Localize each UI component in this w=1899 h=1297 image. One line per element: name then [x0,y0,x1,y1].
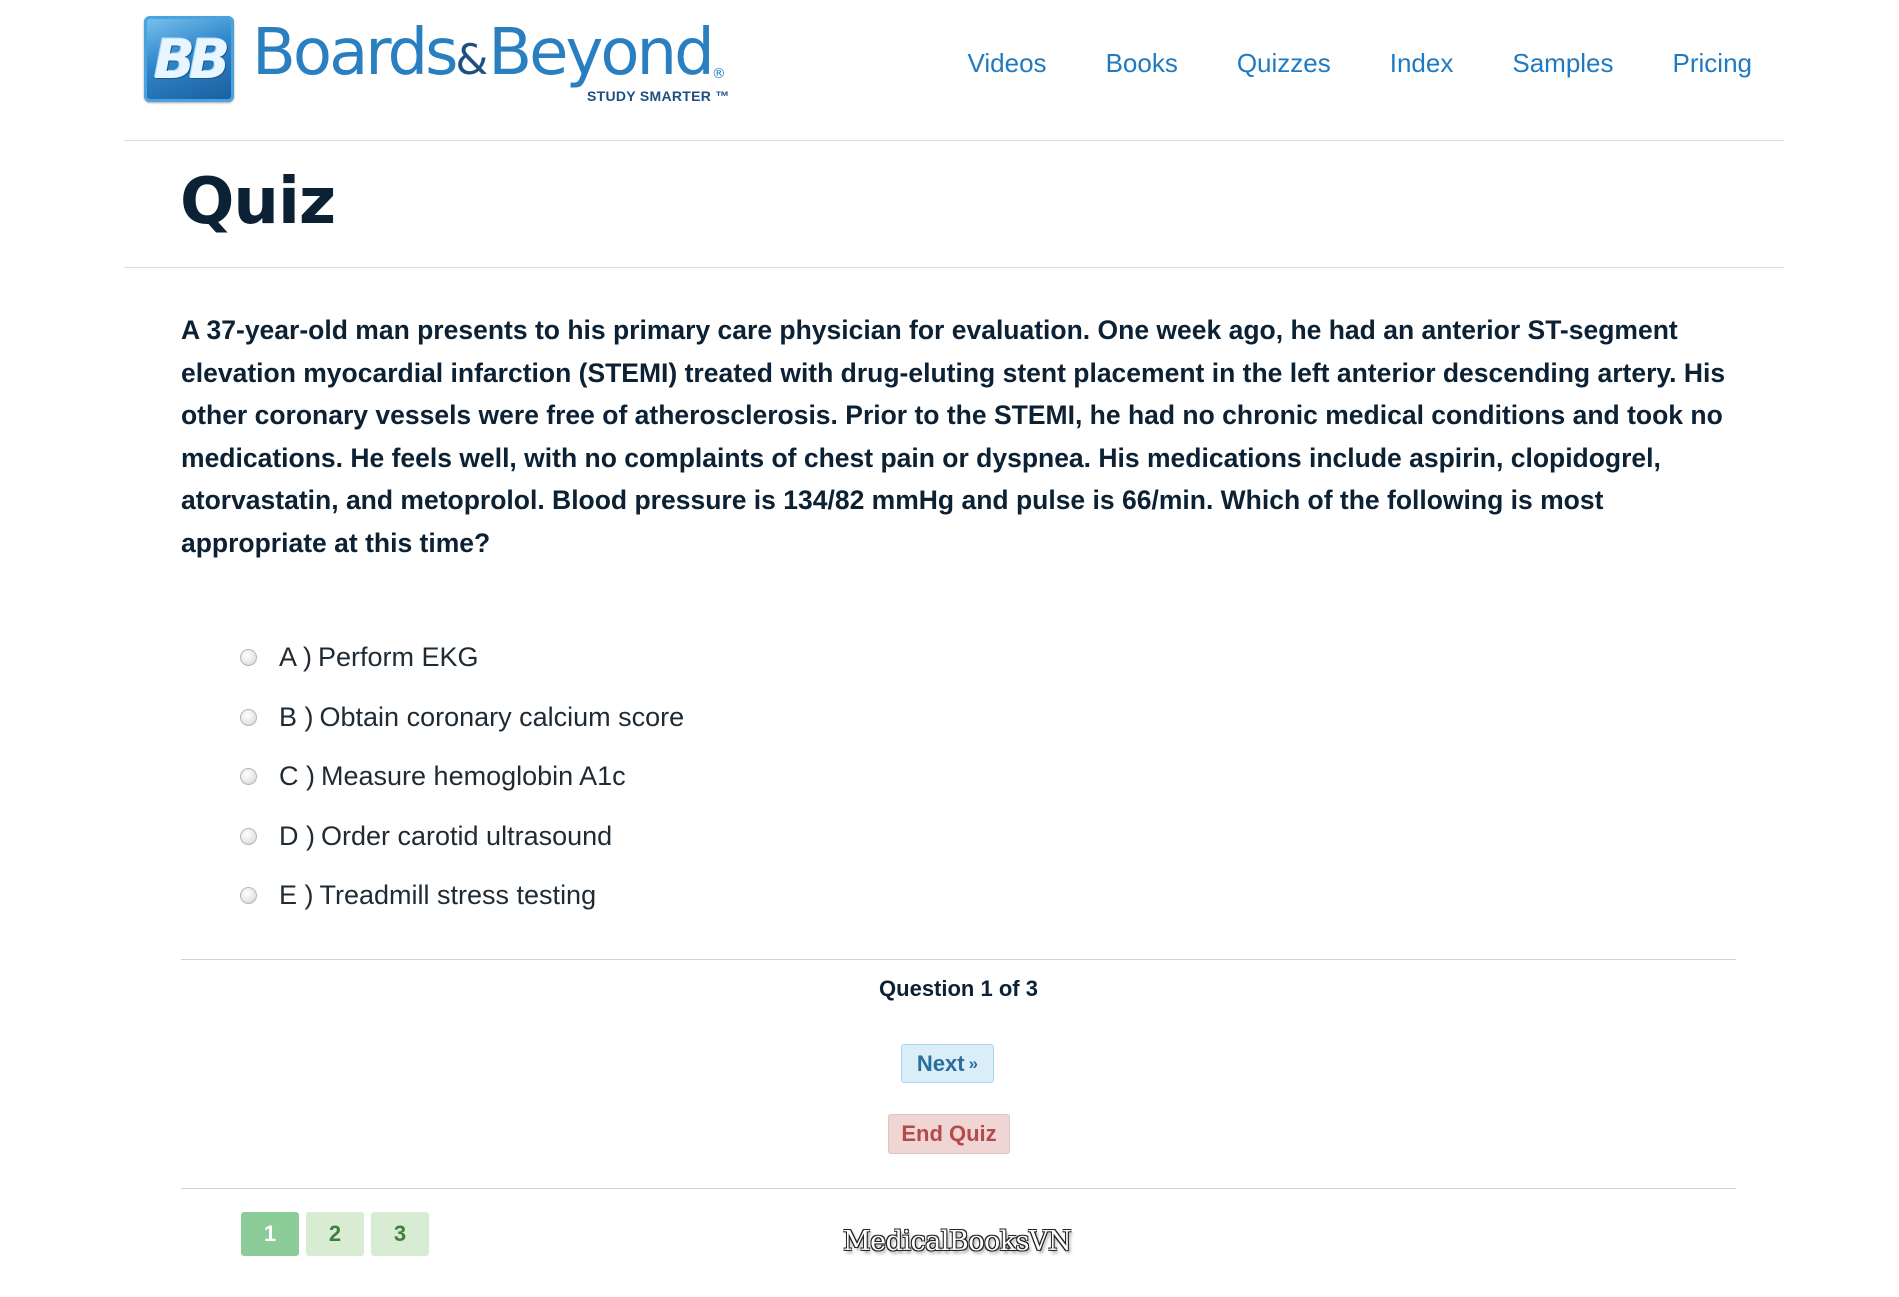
radio-button[interactable] [240,768,257,786]
next-button-label: Next [916,1050,965,1076]
chevron-right-icon: » [968,1053,979,1073]
radio-button[interactable] [240,649,257,667]
next-button[interactable]: Next » [901,1044,994,1083]
divider [181,1188,1736,1189]
option-letter: B ) [279,701,314,732]
site-logo[interactable]: BB Boards&Beyond® STUDY SMARTER ™ [144,16,729,109]
option-letter: A ) [279,642,313,673]
logo-word-boards: Boards [252,16,458,90]
nav-books[interactable]: Books [1106,48,1178,79]
answer-option-d[interactable]: D ) Order carotid ultrasound [240,807,684,867]
pager-page-3[interactable]: 3 [371,1212,429,1256]
title-band: Quiz [124,141,1784,268]
nav-pricing[interactable]: Pricing [1673,48,1752,79]
logo-wordmark: Boards&Beyond® STUDY SMARTER ™ [252,16,729,109]
watermark: MedicalBooksVN [843,1226,1072,1257]
option-text: Perform EKG [318,642,479,673]
main-nav: Videos Books Quizzes Index Samples Prici… [909,48,1752,79]
site-header: BB Boards&Beyond® STUDY SMARTER ™ Videos… [124,0,1784,141]
option-text: Measure hemoglobin A1c [321,761,626,792]
question-progress: Question 1 of 3 [879,976,1038,1001]
option-letter: E ) [279,880,314,911]
logo-tagline: STUDY SMARTER ™ [587,88,730,104]
nav-samples[interactable]: Samples [1512,48,1613,79]
end-quiz-button[interactable]: End Quiz [888,1114,1010,1154]
divider [181,959,1736,960]
answer-option-c[interactable]: C ) Measure hemoglobin A1c [240,747,684,807]
option-text: Order carotid ultrasound [321,820,613,851]
radio-button[interactable] [240,887,257,905]
answer-option-a[interactable]: A ) Perform EKG [240,628,684,688]
option-letter: C ) [279,761,315,792]
answer-option-b[interactable]: B ) Obtain coronary calcium score [240,688,684,748]
page-title: Quiz [180,165,336,239]
logo-registered-mark: ® [711,66,726,82]
logo-badge-icon: BB [144,16,234,102]
answer-options: A ) Perform EKG B ) Obtain coronary calc… [240,628,684,926]
nav-videos[interactable]: Videos [968,48,1047,79]
logo-word-beyond: Beyond [488,16,714,90]
option-text: Obtain coronary calcium score [319,701,685,732]
option-text: Treadmill stress testing [319,880,597,911]
radio-button[interactable] [240,827,257,845]
pager-page-1[interactable]: 1 [241,1212,299,1256]
pager-page-2[interactable]: 2 [306,1212,364,1256]
logo-word-amp: & [455,35,489,84]
question-pager: 1 2 3 [241,1212,429,1256]
question-stem: A 37-year-old man presents to his primar… [181,315,1726,558]
option-letter: D ) [279,820,315,851]
nav-quizzes[interactable]: Quizzes [1237,48,1331,79]
nav-index[interactable]: Index [1390,48,1454,79]
radio-button[interactable] [240,708,257,726]
answer-option-e[interactable]: E ) Treadmill stress testing [240,866,684,926]
